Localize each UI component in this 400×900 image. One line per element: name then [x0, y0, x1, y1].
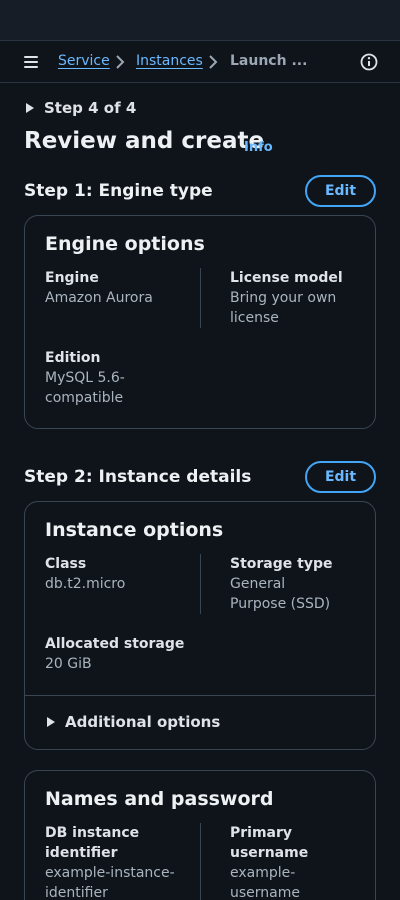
card-divider	[25, 695, 375, 696]
field-value: 20 GiB	[45, 656, 92, 672]
field-license-model: License model Bring your own license	[230, 268, 360, 328]
breadcrumb-current: Launch ...	[230, 53, 308, 69]
field-label: Engine	[45, 270, 99, 286]
card-title: Instance options	[45, 519, 224, 541]
breadcrumb-instances[interactable]: Instances	[136, 53, 203, 69]
field-label: Allocated storage	[45, 636, 185, 652]
field-label: Storage type	[230, 556, 333, 572]
breadcrumb-bar: Service Instances Launch ...	[0, 41, 400, 83]
info-link[interactable]: Info	[244, 140, 273, 155]
field-value: General Purpose (SSD)	[230, 576, 331, 612]
names-and-password-card: Names and password DB instance identifie…	[24, 770, 376, 900]
field-engine: Engine Amazon Aurora	[45, 268, 185, 308]
field-storage-type: Storage type General Purpose (SSD)	[230, 554, 340, 614]
field-value: example-username	[230, 865, 300, 900]
field-label: Edition	[45, 350, 101, 366]
section-heading-instance-details: Step 2: Instance details	[24, 467, 252, 487]
field-value: Amazon Aurora	[45, 290, 153, 306]
field-db-instance-identifier: DB instance identifier example-instance-…	[45, 823, 175, 900]
section-heading-engine-type: Step 1: Engine type	[24, 181, 213, 201]
instance-options-card: Instance options Class db.t2.micro Stora…	[24, 501, 376, 750]
card-title: Names and password	[45, 788, 274, 810]
field-edition: Edition MySQL 5.6-compatible	[45, 348, 165, 408]
breadcrumb-service[interactable]: Service	[58, 53, 110, 69]
chevron-right-icon	[116, 55, 125, 69]
card-title: Engine options	[45, 233, 205, 255]
page-title: Review and create	[24, 128, 265, 154]
edit-engine-type-button[interactable]: Edit	[305, 175, 376, 207]
caret-right-icon	[47, 717, 55, 727]
field-value: Bring your own license	[230, 290, 337, 326]
top-header-bar	[0, 0, 400, 41]
column-divider	[200, 823, 201, 900]
edit-instance-details-button[interactable]: Edit	[305, 461, 376, 493]
field-value: db.t2.micro	[45, 576, 126, 592]
column-divider	[200, 554, 201, 614]
field-allocated-storage: Allocated storage 20 GiB	[45, 634, 205, 674]
engine-options-card: Engine options Engine Amazon Aurora Lice…	[24, 215, 376, 429]
menu-icon[interactable]	[22, 53, 40, 71]
field-value: example-instance-identifier	[45, 865, 175, 900]
chevron-right-icon	[209, 55, 218, 69]
column-divider	[200, 268, 201, 328]
step-indicator: Step 4 of 4	[44, 99, 137, 117]
additional-options-toggle[interactable]: Additional options	[47, 713, 220, 731]
caret-right-icon	[26, 103, 34, 113]
field-label: DB instance identifier	[45, 825, 140, 861]
field-label: Class	[45, 556, 87, 572]
field-label: License model	[230, 270, 343, 286]
field-class: Class db.t2.micro	[45, 554, 185, 594]
field-primary-username: Primary username example-username	[230, 823, 340, 900]
field-value: MySQL 5.6-compatible	[45, 370, 125, 406]
step-indicator-toggle[interactable]: Step 4 of 4	[26, 99, 136, 117]
additional-options-label: Additional options	[65, 713, 221, 731]
info-icon[interactable]	[360, 53, 378, 71]
field-label: Primary username	[230, 825, 309, 861]
